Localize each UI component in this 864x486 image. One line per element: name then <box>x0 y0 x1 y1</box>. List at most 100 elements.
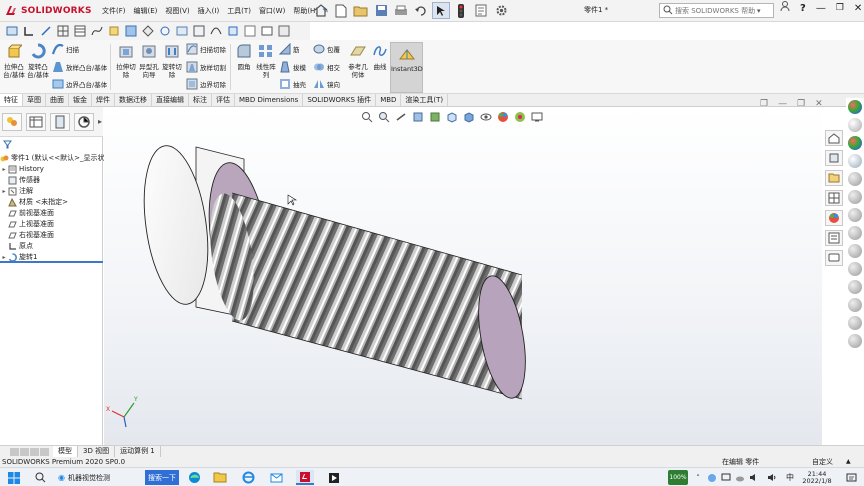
system-tray-cloud-icon[interactable] <box>734 470 746 485</box>
tab-direct-editing[interactable]: 直接编辑 <box>152 94 189 106</box>
system-tray-up-icon[interactable]: ˄ <box>692 470 704 485</box>
user-icon[interactable] <box>780 1 790 15</box>
panel-expand-arrow-icon[interactable]: ▸ <box>98 117 102 126</box>
exit-sketch-icon[interactable] <box>123 24 138 38</box>
view-triad[interactable]: Y X <box>106 396 138 428</box>
appearance-color-icon[interactable] <box>848 208 862 222</box>
threaded-shaft[interactable] <box>232 193 522 399</box>
network-icon[interactable] <box>720 470 732 485</box>
solidworks-taskbar-icon[interactable] <box>296 470 314 485</box>
ime-indicator[interactable]: 中 <box>784 470 796 485</box>
sketch-icon[interactable] <box>4 24 19 38</box>
tab-features[interactable]: 特征 <box>0 94 23 106</box>
volume-icon[interactable] <box>748 470 760 485</box>
feature-manager-tab[interactable] <box>2 112 22 131</box>
boundary-cut-button[interactable]: 边界切除 <box>186 77 226 91</box>
view-settings-icon[interactable] <box>530 110 544 123</box>
display-pane-icon[interactable] <box>174 24 189 38</box>
tab-model[interactable]: 模型 <box>53 446 78 457</box>
appearance-color-icon[interactable] <box>848 172 862 186</box>
appearance-color-icon[interactable] <box>848 244 862 258</box>
file-properties-icon[interactable] <box>472 2 490 19</box>
taskbar-search-button[interactable]: 搜索一下 <box>145 470 179 485</box>
menu-tools[interactable]: 工具(T) <box>223 5 255 17</box>
open-folder-icon[interactable] <box>352 2 370 19</box>
mirror-button[interactable]: 镜向 <box>313 77 340 91</box>
reference-geometry-button[interactable]: 参考几何体 <box>346 43 370 79</box>
dynamic-annotation-icon[interactable] <box>428 110 442 123</box>
appearance-color-icon[interactable] <box>848 190 862 204</box>
battery-indicator[interactable]: 100% <box>668 470 688 485</box>
tab-motion-study[interactable]: 运动算例 1 <box>115 446 161 457</box>
media-app-icon[interactable] <box>326 470 342 485</box>
solidworks-resources-icon[interactable] <box>825 130 843 146</box>
tree-item-sensors[interactable]: 传感器 <box>0 175 40 186</box>
lofted-cut-button[interactable]: 放样切割 <box>186 60 226 74</box>
appearance-color-icon[interactable] <box>848 136 862 150</box>
help-question-icon[interactable]: ? <box>800 3 806 14</box>
appearance-color-icon[interactable] <box>848 100 862 114</box>
smart-dimension-icon[interactable] <box>21 24 36 38</box>
appearance-color-icon[interactable] <box>848 154 862 168</box>
file-explorer-icon[interactable] <box>825 170 843 186</box>
layer-icon[interactable] <box>106 24 121 38</box>
revolve-cut-button[interactable]: 旋转切除 <box>160 43 184 79</box>
design-library-icon[interactable] <box>825 150 843 166</box>
appearance-color-icon[interactable] <box>848 280 862 294</box>
minimize-icon[interactable]: — <box>816 3 826 14</box>
view-icon[interactable] <box>140 24 155 38</box>
new-document-icon[interactable] <box>332 2 350 19</box>
appearance-color-icon[interactable] <box>848 316 862 330</box>
appearance-color-icon[interactable] <box>848 334 862 348</box>
tree-root-part[interactable]: 零件1 (默认<<默认>_显示状 <box>0 153 105 164</box>
tab-3d-views[interactable]: 3D 视图 <box>78 446 116 457</box>
swept-cut-button[interactable]: 扫描切除 <box>186 42 226 56</box>
macro-icon[interactable] <box>276 24 291 38</box>
options-gear-icon[interactable] <box>492 2 510 19</box>
boundary-boss-button[interactable]: 边界凸台/基体 <box>52 77 107 91</box>
tree-item-front-plane[interactable]: 前视基准面 <box>0 208 54 219</box>
apply-scene-icon[interactable] <box>513 110 527 123</box>
screen-capture-icon[interactable] <box>259 24 274 38</box>
view-palette-icon[interactable] <box>825 190 843 206</box>
expand-arrow-icon[interactable]: ▸ <box>0 186 8 197</box>
hole-wizard-button[interactable]: 异型孔向导 <box>137 43 161 79</box>
traffic-light-icon[interactable] <box>452 2 470 19</box>
save-icon[interactable] <box>372 2 390 19</box>
viewport-close-icon[interactable]: ✕ <box>815 99 823 109</box>
property-manager-tab[interactable] <box>26 112 46 131</box>
revolve-boss-button[interactable]: 旋转凸台/基体 <box>26 43 50 79</box>
grid-icon[interactable] <box>55 24 70 38</box>
configuration-manager-tab[interactable] <box>50 112 70 131</box>
tab-weldments[interactable]: 焊件 <box>92 94 115 106</box>
solidworks-logo[interactable]: SOLIDWORKS <box>4 3 92 19</box>
appearance-color-icon[interactable] <box>848 298 862 312</box>
zoom-area-icon[interactable] <box>377 110 391 123</box>
loft-boss-button[interactable]: 放样凸台/基体 <box>52 60 107 74</box>
menu-file[interactable]: 文件(F) <box>98 5 130 17</box>
instant3d-button[interactable]: Instant3D <box>390 42 423 93</box>
section-view-icon[interactable] <box>411 110 425 123</box>
line-icon[interactable] <box>38 24 53 38</box>
tab-data-migration[interactable]: 数据迁移 <box>115 94 152 106</box>
menu-view[interactable]: 视图(V) <box>161 5 193 17</box>
viewport-restore-icon[interactable]: ❐ <box>760 99 768 109</box>
search-dropdown-icon[interactable]: ▾ <box>757 7 761 15</box>
tab-solidworks-addins[interactable]: SOLIDWORKS 插件 <box>303 94 377 106</box>
previous-tab-arrow-icon[interactable] <box>20 447 29 456</box>
select-arrow-icon[interactable] <box>432 2 450 19</box>
speaker-icon[interactable] <box>766 470 778 485</box>
status-dropdown-icon[interactable]: ▲ <box>846 457 851 467</box>
appearance-color-icon[interactable] <box>848 226 862 240</box>
tree-item-material[interactable]: 材质 <未指定> <box>0 197 68 208</box>
viewport-maximize-icon[interactable]: ❐ <box>797 99 805 109</box>
file-explorer-taskbar-icon[interactable] <box>212 470 228 485</box>
dimxpert-tab[interactable] <box>74 112 94 131</box>
tab-sketch[interactable]: 草图 <box>23 94 46 106</box>
spline-icon[interactable] <box>208 24 223 38</box>
rib-button[interactable]: 筋 <box>279 42 300 56</box>
menu-window[interactable]: 窗口(W) <box>255 5 289 17</box>
tab-sheet-metal[interactable]: 钣金 <box>69 94 92 106</box>
linear-pattern-button[interactable]: 线性阵列 <box>254 43 278 79</box>
edit-appearance-icon[interactable] <box>496 110 510 123</box>
